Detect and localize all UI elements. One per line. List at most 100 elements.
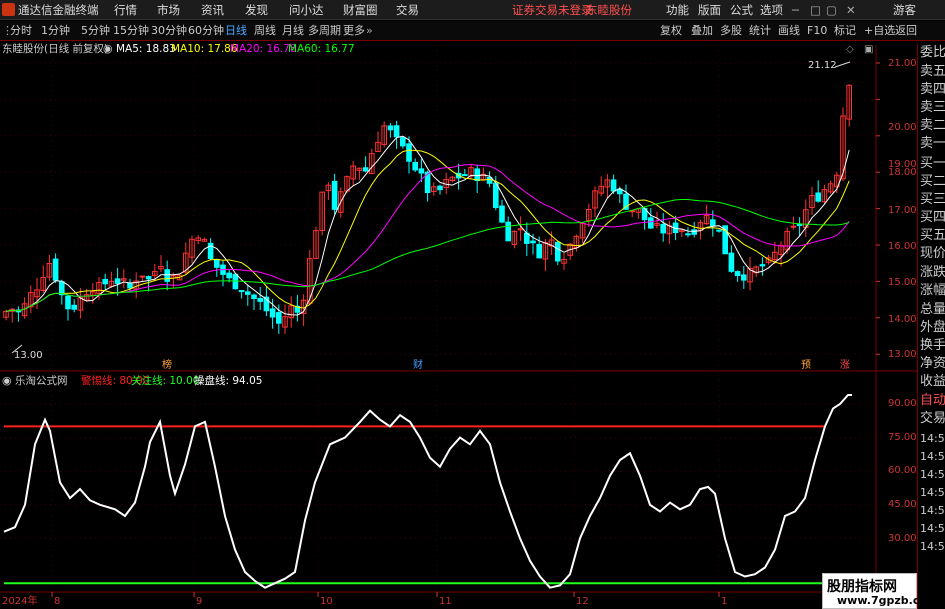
sidebar-item: 14:56 <box>920 468 945 481</box>
low-price-label: 13.00 <box>14 350 43 361</box>
sidebar-item: 14:56 <box>920 504 945 517</box>
event-mark-limit-up[interactable]: 涨 <box>839 360 851 372</box>
candle-body <box>493 182 499 209</box>
candle-body <box>65 295 71 310</box>
y-tick: 21.00 <box>888 58 917 69</box>
y-tick: 13.00 <box>888 349 917 360</box>
indicator-dot-icon[interactable]: ◉ <box>2 374 12 387</box>
x-tick: 2024年 <box>2 596 38 607</box>
candle-body <box>387 125 394 131</box>
high-arrow <box>834 61 851 68</box>
x-tick: 10 <box>320 596 333 607</box>
candle-body <box>418 168 425 174</box>
kline-chart[interactable] <box>0 0 945 609</box>
candle-body <box>610 179 617 192</box>
sidebar-item: 14:56 <box>920 540 945 553</box>
candle-body <box>251 294 257 300</box>
candle-body <box>245 291 251 295</box>
sidebar-item: 涨跌 <box>920 265 945 280</box>
candle-body <box>710 219 716 227</box>
window-toggle-icon[interactable]: ▣ <box>864 44 873 56</box>
candle-body <box>437 185 443 191</box>
candle-body <box>52 258 59 281</box>
ma20-label: MA20: 16.78 <box>230 43 297 55</box>
y-tick: 17.00 <box>888 205 917 216</box>
candle-body <box>406 143 412 162</box>
sidebar-item: 卖二 <box>920 118 945 133</box>
trade-line <box>3 394 852 589</box>
watermark-url: www.7gpzb.com <box>837 594 939 607</box>
candle-body <box>474 168 480 182</box>
sidebar-item: 净资 <box>920 356 945 371</box>
sidebar-item: 外盘 <box>920 320 945 335</box>
candle-body <box>536 243 543 259</box>
event-mark-finance[interactable]: 财 <box>412 360 424 372</box>
sidebar-item: 买三 <box>920 192 945 207</box>
sidebar-item: 涨幅 <box>920 283 945 298</box>
ind-y-tick: 30.00 <box>888 533 917 544</box>
candle-body <box>555 241 561 262</box>
y-tick: 15.00 <box>888 277 917 288</box>
x-tick: 1 <box>721 596 728 607</box>
indicator-lines <box>3 394 852 589</box>
candle-body <box>505 221 511 242</box>
sidebar-item: 卖三 <box>920 100 945 115</box>
candle-body <box>815 192 822 202</box>
candle-body <box>331 180 338 210</box>
candle-body <box>648 217 654 229</box>
sidebar-item: 卖五 <box>920 64 945 79</box>
candle-body <box>790 225 797 228</box>
candle-body <box>499 205 505 223</box>
sidebar-item: 委比 <box>920 45 945 60</box>
sidebar-item: 买四 <box>920 210 945 225</box>
sidebar-item: 14:56 <box>920 486 945 499</box>
candle-body <box>759 264 766 267</box>
event-mark-forecast[interactable]: 预 <box>800 360 812 372</box>
sidebar-item: 买二 <box>920 174 945 189</box>
candle-body <box>71 304 78 310</box>
ind-y-tick: 60.00 <box>888 465 917 476</box>
settings-diamond-icon[interactable]: ◇ <box>846 44 854 56</box>
sidebar-item[interactable]: 自动 <box>920 393 945 409</box>
candle-body <box>393 125 400 138</box>
candle-body <box>400 137 406 147</box>
trading-terminal-window: 通达信金融终端 行情 市场 资讯 发现 问小达 财富圈 交易 证券交易未登录 东… <box>0 0 945 609</box>
sidebar-item: 卖四 <box>920 82 945 97</box>
candle-body <box>462 174 468 177</box>
sidebar-item: 买五 <box>920 228 945 243</box>
candle-body <box>59 281 65 296</box>
sidebar-item: 14:56 <box>920 450 945 463</box>
candle-body <box>145 276 152 280</box>
sidebar-item[interactable]: 交易 <box>920 411 945 427</box>
candlestick-series <box>3 61 853 354</box>
sidebar-item: 买一 <box>920 156 945 171</box>
sidebar-item: 总量 <box>920 302 945 317</box>
candle-body <box>691 229 698 235</box>
y-tick: 18.00 <box>888 167 917 178</box>
y-tick: 16.00 <box>888 241 917 252</box>
watermark-title: 股朋指标网 <box>827 579 897 595</box>
trade-line-label: 操盘线: 94.05 <box>194 375 263 387</box>
candle-body <box>139 275 146 278</box>
ind-y-tick: 45.00 <box>888 499 917 510</box>
candle-body <box>734 271 741 277</box>
event-mark-rank[interactable]: 榜 <box>161 360 173 372</box>
y-tick: 14.00 <box>888 314 917 325</box>
x-tick: 8 <box>54 596 61 607</box>
ind-y-tick: 90.00 <box>888 398 917 409</box>
candle-body <box>214 258 220 268</box>
x-tick: 12 <box>576 596 589 607</box>
ma5-label: MA5: 18.83 <box>116 43 176 55</box>
candle-body <box>617 188 623 195</box>
candle-body <box>238 290 245 293</box>
ma60-label: MA60: 16.77 <box>288 43 355 55</box>
candle-body <box>728 252 735 272</box>
candle-body <box>114 278 121 284</box>
legend-dot-icon[interactable]: ◉ <box>103 42 113 55</box>
chart-grid <box>0 45 917 597</box>
sidebar-item: 14:56 <box>920 522 945 535</box>
x-tick: 11 <box>439 596 452 607</box>
sidebar-item: 收益 <box>920 374 945 389</box>
candle-body <box>716 229 722 232</box>
y-tick: 20.00 <box>888 122 917 133</box>
